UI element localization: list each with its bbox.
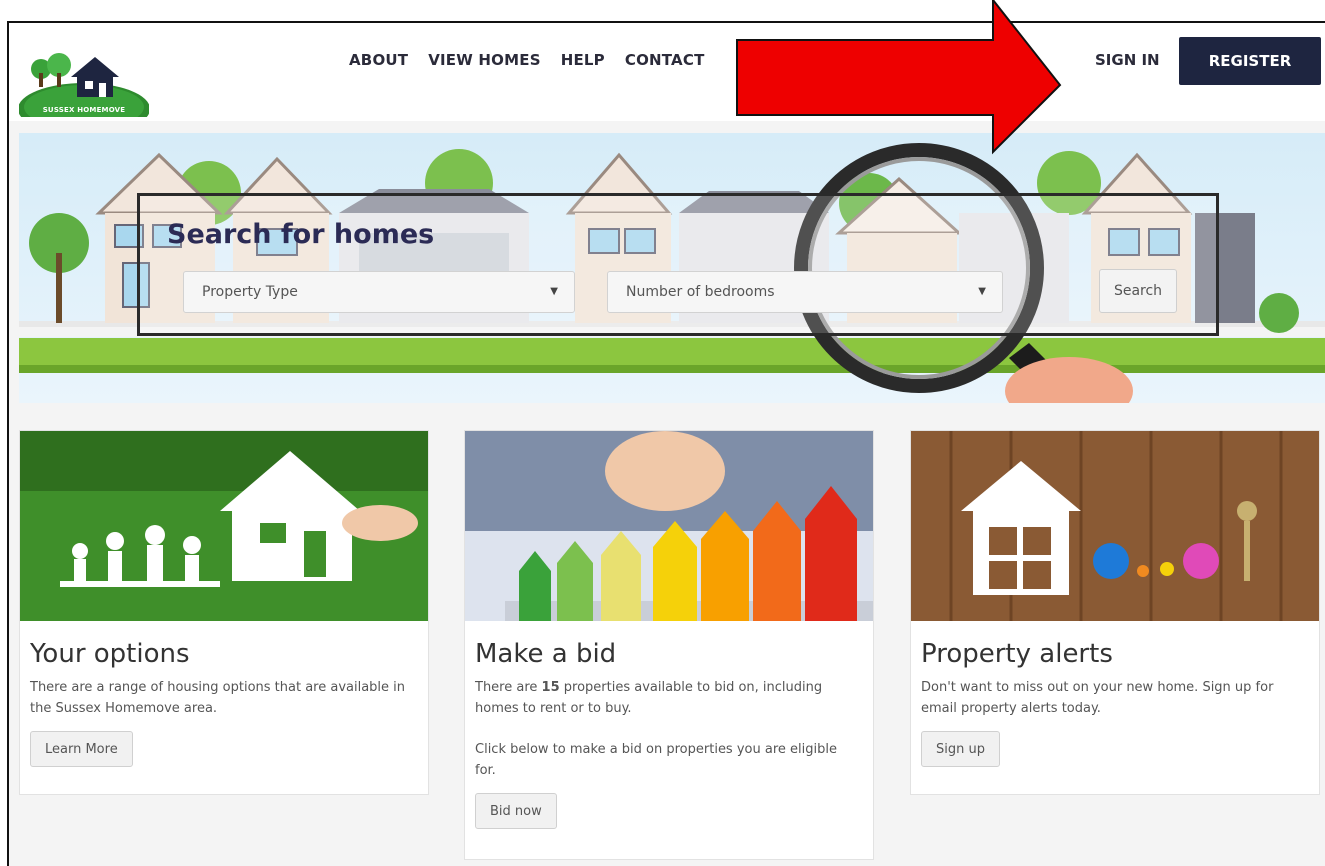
logo-text: SUSSEX HOMEMOVE: [42, 106, 126, 114]
nav-contact[interactable]: CONTACT: [625, 51, 705, 69]
chevron-down-icon: ▼: [550, 286, 558, 297]
alerts-image: [911, 431, 1319, 621]
nav-about[interactable]: ABOUT: [349, 51, 408, 69]
chevron-down-icon: ▼: [978, 286, 986, 297]
nav-help[interactable]: HELP: [561, 51, 605, 69]
property-count: 15: [541, 680, 560, 695]
search-panel: [137, 193, 1219, 336]
nav-view-homes[interactable]: VIEW HOMES: [428, 51, 541, 69]
search-hero: Search for homes Property Type ▼ Number …: [19, 133, 1325, 403]
family-house-image: [20, 431, 428, 621]
main-nav: ABOUT VIEW HOMES HELP CONTACT: [349, 51, 705, 69]
learn-more-button[interactable]: Learn More: [30, 731, 133, 767]
card-title: Your options: [30, 639, 190, 669]
bid-now-button[interactable]: Bid now: [475, 793, 557, 829]
card-description: There are a range of housing options tha…: [30, 680, 406, 716]
browser-frame: SUSSEX HOMEMOVE ABOUT VIEW HOMES HELP CO…: [7, 21, 1325, 866]
card-make-a-bid: Make a bid There are 15 properties avail…: [464, 430, 874, 860]
bedrooms-label: Number of bedrooms: [626, 284, 775, 300]
register-button[interactable]: REGISTER: [1179, 37, 1321, 85]
card-property-alerts: Property alerts Don't want to miss out o…: [910, 430, 1320, 795]
property-type-label: Property Type: [202, 284, 298, 300]
site-logo[interactable]: SUSSEX HOMEMOVE: [18, 37, 150, 135]
bedrooms-select[interactable]: Number of bedrooms ▼: [607, 271, 1003, 313]
sign-up-button[interactable]: Sign up: [921, 731, 1000, 767]
search-button[interactable]: Search: [1099, 269, 1177, 313]
bid-houses-image: [465, 431, 873, 621]
card-title: Make a bid: [475, 639, 617, 669]
sign-in-link[interactable]: SIGN IN: [1095, 51, 1160, 69]
card-description: Don't want to miss out on your new home.…: [921, 680, 1274, 716]
search-title: Search for homes: [167, 219, 435, 250]
card-description: There are 15 properties available to bid…: [475, 677, 861, 719]
property-type-select[interactable]: Property Type ▼: [183, 271, 575, 313]
text-before: There are: [475, 680, 542, 695]
site-header: SUSSEX HOMEMOVE ABOUT VIEW HOMES HELP CO…: [9, 23, 1325, 135]
card-title: Property alerts: [921, 639, 1113, 669]
card-your-options: Your options There are a range of housin…: [19, 430, 429, 795]
card-description-2: Click below to make a bid on properties …: [475, 742, 837, 778]
